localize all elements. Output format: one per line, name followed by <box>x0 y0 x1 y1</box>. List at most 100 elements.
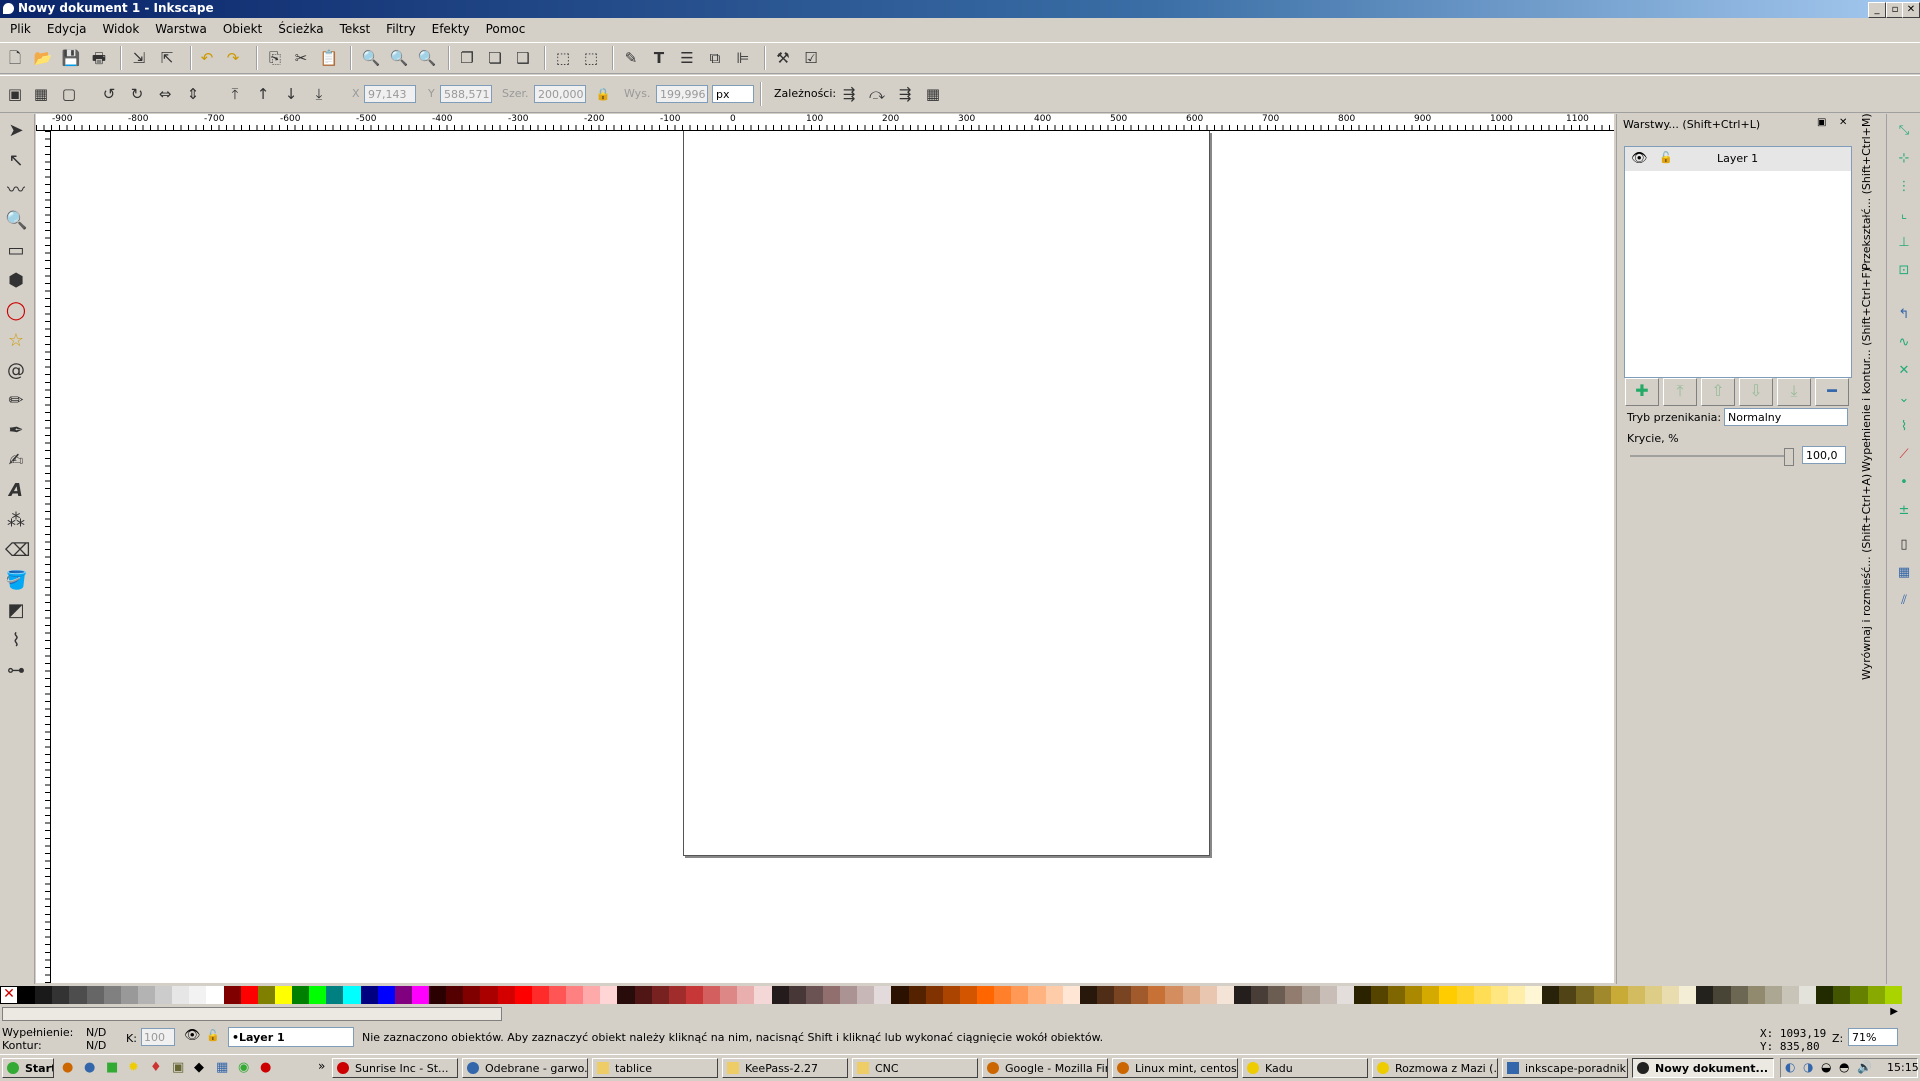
flip-vertical-icon[interactable]: ⇕ <box>182 83 204 105</box>
task-google-firefox[interactable]: Google - Mozilla Fir... <box>982 1058 1108 1078</box>
lower-icon[interactable]: ↓ <box>280 83 302 105</box>
color-swatch[interactable] <box>189 986 207 1004</box>
app3-quicklaunch-icon[interactable]: ▣ <box>172 1060 184 1075</box>
color-swatch[interactable] <box>1011 986 1029 1004</box>
snap-midpoints-icon[interactable]: ⟋ <box>1893 444 1915 466</box>
menu-edycja[interactable]: Edycja <box>37 18 93 36</box>
color-swatch[interactable] <box>1679 986 1697 1004</box>
snap-grid-icon[interactable]: ▦ <box>1893 562 1915 584</box>
snap-intersections-icon[interactable]: ✕ <box>1893 360 1915 382</box>
lower-layer-bottom-icon[interactable]: ⤓ <box>1777 378 1811 406</box>
color-swatch[interactable] <box>805 986 823 1004</box>
snap-object-center-icon[interactable]: • <box>1893 472 1915 494</box>
color-swatch[interactable] <box>1388 986 1406 1004</box>
lower-layer-icon[interactable]: ⇩ <box>1739 378 1773 406</box>
opacity-slider-handle[interactable] <box>1784 448 1794 466</box>
width-input[interactable]: 200,000 <box>534 85 586 103</box>
color-swatch[interactable] <box>343 986 361 1004</box>
snap-page-border-icon[interactable]: ▯ <box>1893 534 1915 556</box>
vertical-ruler[interactable] <box>36 131 51 983</box>
lock-icon[interactable]: 🔒 <box>592 83 614 105</box>
color-swatch[interactable] <box>959 986 977 1004</box>
spray-tool-icon[interactable]: ⁂ <box>5 510 27 532</box>
start-button[interactable]: Start <box>2 1058 54 1078</box>
color-swatch[interactable] <box>326 986 344 1004</box>
color-swatch[interactable] <box>377 986 395 1004</box>
color-swatch[interactable] <box>1199 986 1217 1004</box>
snap-cusp-icon[interactable]: ⌄ <box>1893 388 1915 410</box>
color-swatch[interactable] <box>908 986 926 1004</box>
color-swatch[interactable] <box>292 986 310 1004</box>
save-icon[interactable]: 💾 <box>60 47 82 69</box>
color-swatch[interactable] <box>840 986 858 1004</box>
color-swatch[interactable] <box>274 986 292 1004</box>
color-swatch[interactable] <box>1336 986 1354 1004</box>
color-swatch[interactable] <box>874 986 892 1004</box>
color-swatch[interactable] <box>1730 986 1748 1004</box>
color-swatch[interactable] <box>52 986 70 1004</box>
panel-float-icon[interactable]: ▣ <box>1817 117 1826 128</box>
color-swatch[interactable] <box>1833 986 1851 1004</box>
scale-corners-icon[interactable]: ⤼ <box>866 83 888 105</box>
layer-visibility-icon[interactable]: 👁 <box>184 1028 201 1043</box>
media-quicklaunch-icon[interactable]: ● <box>260 1060 271 1075</box>
color-swatch[interactable] <box>822 986 840 1004</box>
select-all-layers-icon[interactable]: ▦ <box>30 83 52 105</box>
color-swatch[interactable] <box>35 986 53 1004</box>
menu-warstwa[interactable]: Warstwa <box>145 18 213 36</box>
color-swatch[interactable] <box>703 986 721 1004</box>
horizontal-scrollbar[interactable]: ▶ <box>0 1006 1902 1021</box>
calligraphy-tool-icon[interactable]: ✍ <box>5 450 27 472</box>
ungroup-icon[interactable]: ⬚ <box>580 47 602 69</box>
color-swatch[interactable] <box>925 986 943 1004</box>
color-swatch[interactable] <box>240 986 258 1004</box>
snap-bbox-corners-icon[interactable]: ⌞ <box>1893 204 1915 226</box>
color-swatch[interactable] <box>1319 986 1337 1004</box>
open-icon[interactable]: 📂 <box>32 47 54 69</box>
color-swatch[interactable] <box>720 986 738 1004</box>
eye-icon[interactable]: 👁 <box>1631 151 1648 166</box>
color-swatch[interactable] <box>548 986 566 1004</box>
color-swatch[interactable] <box>634 986 652 1004</box>
rotate-ccw-icon[interactable]: ↺ <box>98 83 120 105</box>
ellipse-tool-icon[interactable]: ◯ <box>5 300 27 322</box>
color-swatch[interactable] <box>1747 986 1765 1004</box>
color-swatch[interactable] <box>617 986 635 1004</box>
color-swatch[interactable] <box>309 986 327 1004</box>
title-bar[interactable]: Nowy dokument 1 - Inkscape _ ▫ ✕ <box>0 0 1920 18</box>
color-swatch[interactable] <box>1490 986 1508 1004</box>
star-tool-icon[interactable]: ☆ <box>5 330 27 352</box>
task-nowy-dokument[interactable]: Nowy dokument... <box>1632 1058 1774 1078</box>
color-swatch[interactable] <box>600 986 618 1004</box>
duplicate-icon[interactable]: ❐ <box>456 47 478 69</box>
eraser-tool-icon[interactable]: ⌫ <box>5 540 30 562</box>
color-swatch[interactable] <box>1576 986 1594 1004</box>
color-swatch[interactable] <box>1422 986 1440 1004</box>
selector-tool-icon[interactable]: ➤ <box>5 120 27 142</box>
color-swatch[interactable] <box>1644 986 1662 1004</box>
text-tool-icon[interactable]: A <box>5 480 27 502</box>
color-swatch[interactable] <box>1884 986 1902 1004</box>
color-swatch[interactable] <box>994 986 1012 1004</box>
cut-icon[interactable]: ✂ <box>290 47 312 69</box>
color-swatch[interactable] <box>531 986 549 1004</box>
color-swatch[interactable] <box>1062 986 1080 1004</box>
remove-layer-icon[interactable]: ━ <box>1815 378 1849 406</box>
export-icon[interactable]: ⇱ <box>156 47 178 69</box>
opacity-input[interactable]: 100,0 <box>1802 446 1846 464</box>
dropper-tool-icon[interactable]: ⌇ <box>5 630 27 652</box>
height-input[interactable]: 199,996 <box>656 85 708 103</box>
document-properties-icon[interactable]: ☑ <box>800 47 822 69</box>
color-swatch[interactable] <box>86 986 104 1004</box>
color-swatch[interactable] <box>18 986 36 1004</box>
task-kadu[interactable]: Kadu <box>1242 1058 1368 1078</box>
add-layer-icon[interactable]: ✚ <box>1625 378 1659 406</box>
snap-nodes-icon[interactable]: ↰ <box>1893 304 1915 326</box>
color-swatch[interactable] <box>1216 986 1234 1004</box>
bucket-fill-tool-icon[interactable]: 🪣 <box>5 570 27 592</box>
rectangle-tool-icon[interactable]: ▭ <box>5 240 27 262</box>
color-swatch[interactable] <box>1182 986 1200 1004</box>
fill-stroke-tab[interactable]: Wypełnienie i kontur... (Shift+Ctrl+F) <box>1860 268 1878 472</box>
rotate-cw-icon[interactable]: ↻ <box>126 83 148 105</box>
fill-stroke-icon[interactable]: ✎ <box>620 47 642 69</box>
